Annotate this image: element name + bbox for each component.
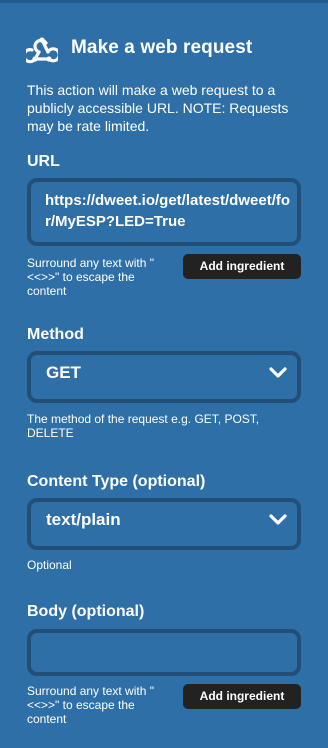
action-header: Make a web request [22, 32, 253, 64]
action-title: Make a web request [71, 37, 253, 58]
chevron-down-icon [269, 514, 287, 525]
content-type-selected-value: text/plain [46, 510, 121, 529]
method-label: Method [27, 326, 84, 343]
webhooks-icon [22, 32, 61, 64]
content-type-select[interactable]: text/plain [27, 498, 301, 550]
method-selected-value: GET [46, 363, 81, 382]
content-type-label: Content Type (optional) [27, 473, 206, 490]
method-select[interactable]: GET [27, 351, 301, 403]
top-divider [0, 0, 328, 3]
url-add-ingredient-button[interactable]: Add ingredient [183, 254, 301, 279]
url-field[interactable]: https://dweet.io/get/latest/dweet/for/My… [27, 178, 301, 246]
body-add-ingredient-button[interactable]: Add ingredient [183, 684, 301, 709]
body-helper-text: Surround any text with "<<>>" to escape … [27, 684, 154, 726]
body-field[interactable] [27, 629, 301, 676]
url-helper-text: Surround any text with "<<>>" to escape … [27, 256, 154, 298]
action-description: This action will make a web request to a… [27, 82, 289, 134]
url-value: https://dweet.io/get/latest/dweet/for/My… [45, 192, 291, 230]
content-type-helper-text: Optional [27, 558, 72, 572]
method-helper-text: The method of the request e.g. GET, POST… [27, 412, 260, 440]
url-label: URL [27, 153, 60, 170]
chevron-down-icon [269, 367, 287, 378]
body-label: Body (optional) [27, 603, 145, 620]
